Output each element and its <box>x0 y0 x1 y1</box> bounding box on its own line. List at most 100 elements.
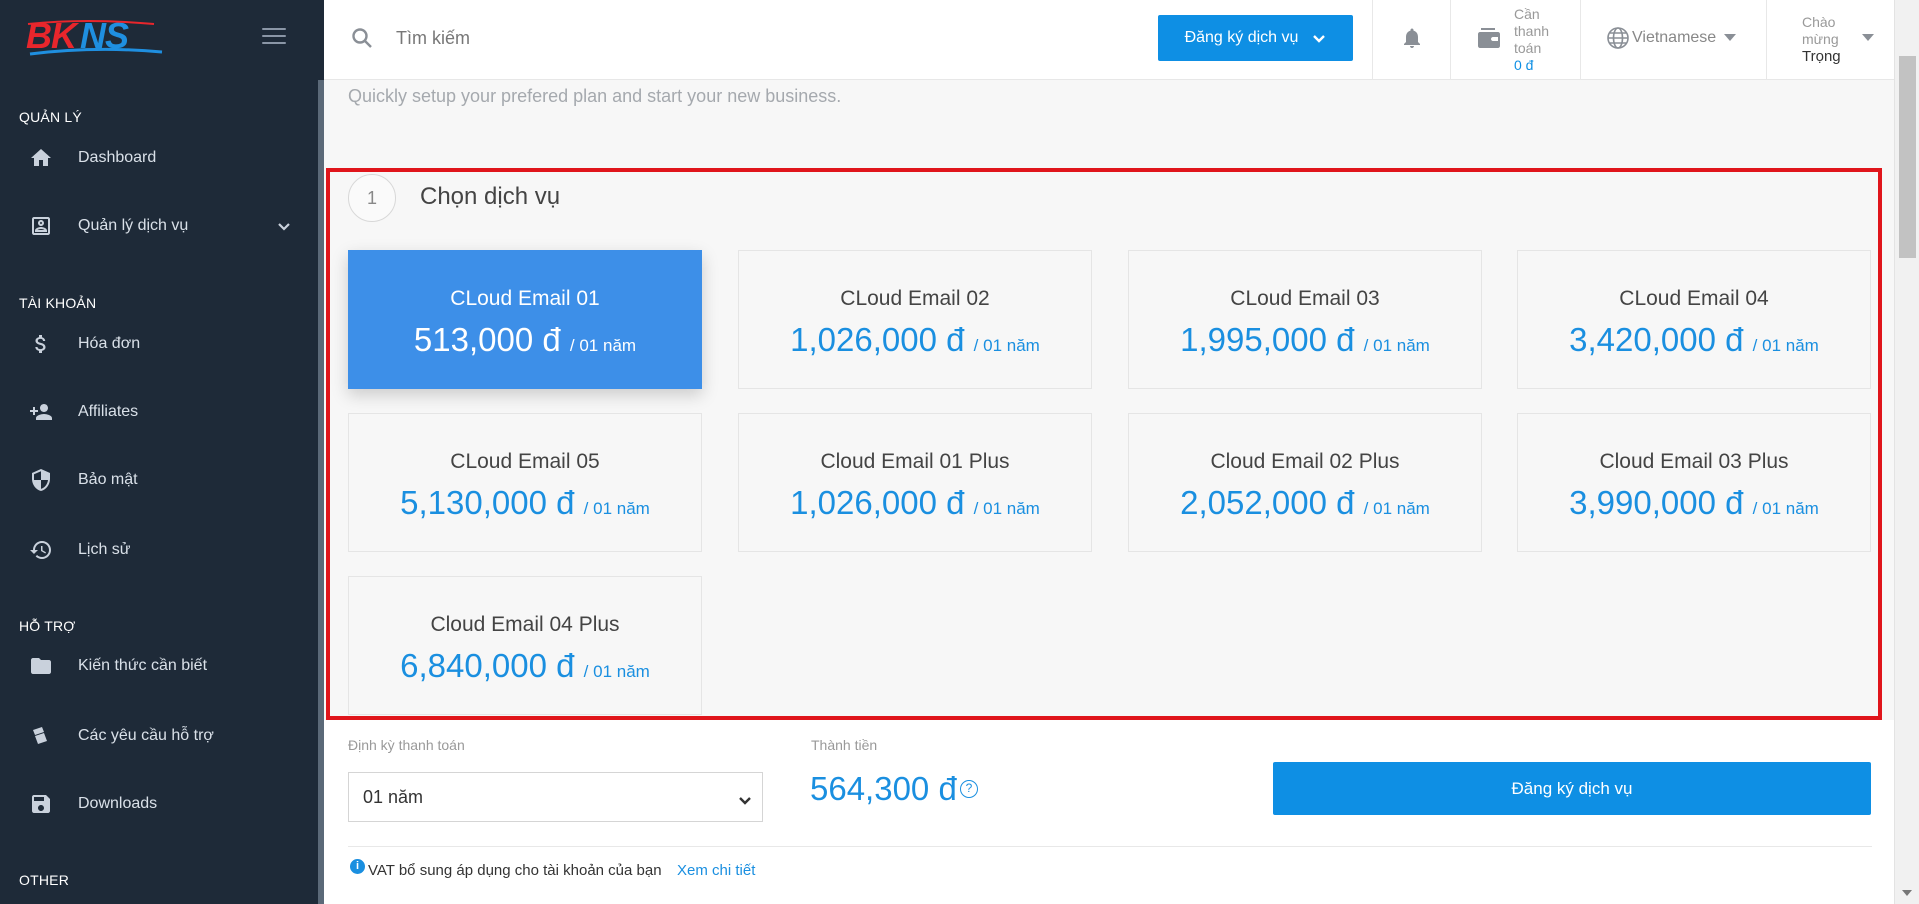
plan-price: 3,990,000 đ / 01 năm <box>1569 484 1819 521</box>
tickets-icon <box>28 723 54 749</box>
chevron-down-icon <box>1312 31 1326 45</box>
sidebar-item-label: Các yêu cầu hỗ trợ <box>78 727 214 744</box>
globe-icon <box>1606 26 1630 50</box>
plan-price: 1,026,000 đ / 01 năm <box>790 321 1040 358</box>
sidebar-item-label: Downloads <box>78 795 158 812</box>
chevron-down-icon <box>738 791 752 805</box>
plan-name: CLoud Email 03 <box>1230 287 1380 310</box>
plan-name: Cloud Email 03 Plus <box>1599 450 1789 473</box>
divider <box>1372 0 1373 80</box>
sidebar-item-dashboard[interactable]: Dashboard <box>0 134 324 182</box>
register-service-label: Đăng ký dịch vụ <box>1184 29 1299 46</box>
dollar-icon <box>28 331 54 357</box>
sidebar-item-label: Lịch sử <box>78 541 131 558</box>
scrollbar-thumb[interactable] <box>1899 56 1916 258</box>
plan-name: Cloud Email 02 Plus <box>1210 450 1400 473</box>
sidebar-item-label: Quản lý dịch vụ <box>78 217 189 234</box>
plan-price: 3,420,000 đ / 01 năm <box>1569 321 1819 358</box>
sidebar-item-security[interactable]: Bảo mật <box>0 456 324 504</box>
sidebar-item-history[interactable]: Lịch sử <box>0 526 324 574</box>
greeting-label: Chào mừng <box>1802 14 1839 47</box>
sidebar-item-label: Dashboard <box>78 149 157 166</box>
help-icon[interactable]: ? <box>960 780 978 798</box>
plan-card-cloud-email-01[interactable]: CLoud Email 01 513,000 đ / 01 năm <box>348 250 702 389</box>
step-number: 1 <box>348 174 396 222</box>
register-service-button[interactable]: Đăng ký dịch vụ <box>1273 762 1871 815</box>
page-subtitle: Quickly setup your prefered plan and sta… <box>348 86 842 106</box>
search-icon[interactable] <box>350 26 374 50</box>
sidebar-item-affiliates[interactable]: Affiliates <box>0 388 324 436</box>
plan-card-cloud-email-03-plus[interactable]: Cloud Email 03 Plus 3,990,000 đ / 01 năm <box>1517 413 1871 552</box>
step-title: Chọn dịch vụ <box>420 183 561 210</box>
folder-icon <box>28 653 54 679</box>
section-title-manage: QUẢN LÝ <box>19 109 82 125</box>
bkns-logo[interactable]: BK NS <box>26 15 166 60</box>
sidebar-item-invoices[interactable]: Hóa đơn <box>0 320 324 368</box>
vat-details-link[interactable]: Xem chi tiết <box>677 862 755 879</box>
plan-price: 2,052,000 đ / 01 năm <box>1180 484 1430 521</box>
register-service-dropdown-button[interactable]: Đăng ký dịch vụ <box>1158 15 1353 61</box>
plan-card-cloud-email-03[interactable]: CLoud Email 03 1,995,000 đ / 01 năm <box>1128 250 1482 389</box>
plan-card-cloud-email-01-plus[interactable]: Cloud Email 01 Plus 1,026,000 đ / 01 năm <box>738 413 1092 552</box>
scroll-down-arrow-icon[interactable] <box>1902 890 1912 896</box>
sidebar-item-downloads[interactable]: Downloads <box>0 780 324 828</box>
chevron-down-icon <box>276 218 292 234</box>
payment-due-amount[interactable]: 0 đ <box>1514 57 1533 73</box>
divider <box>1580 0 1581 80</box>
sidebar-item-label: Hóa đơn <box>78 335 141 352</box>
add-user-icon <box>28 399 54 425</box>
plan-card-cloud-email-02-plus[interactable]: Cloud Email 02 Plus 2,052,000 đ / 01 năm <box>1128 413 1482 552</box>
plan-name: Cloud Email 04 Plus <box>430 613 620 636</box>
sidebar: BK NS QUẢN LÝ Dashboard Quản lý dịch vụ … <box>0 0 324 904</box>
shield-icon <box>28 467 54 493</box>
bell-icon[interactable] <box>1400 26 1424 50</box>
divider <box>1766 0 1767 80</box>
section-title-account: TÀI KHOẢN <box>19 295 97 311</box>
plan-name: Cloud Email 01 Plus <box>820 450 1010 473</box>
search-input[interactable] <box>396 22 796 54</box>
vat-notice: VAT bổ sung áp dụng cho tài khoản của bạ… <box>368 862 662 879</box>
plan-name: CLoud Email 02 <box>840 287 990 310</box>
contact-card-icon <box>28 213 54 239</box>
menu-toggle-icon[interactable] <box>262 28 286 48</box>
plan-card-cloud-email-05[interactable]: CLoud Email 05 5,130,000 đ / 01 năm <box>348 413 702 552</box>
total-value: 564,300 đ <box>810 770 957 807</box>
wallet-icon[interactable] <box>1476 26 1502 50</box>
sidebar-item-services[interactable]: Quản lý dịch vụ <box>0 202 324 250</box>
sidebar-item-knowledge[interactable]: Kiến thức cần biết <box>0 642 324 690</box>
caret-down-icon[interactable] <box>1862 34 1874 41</box>
plan-name: CLoud Email 05 <box>450 450 600 473</box>
home-icon <box>28 145 54 171</box>
sidebar-item-label: Bảo mật <box>78 471 138 488</box>
plan-price: 5,130,000 đ / 01 năm <box>400 484 650 521</box>
plan-price: 1,995,000 đ / 01 năm <box>1180 321 1430 358</box>
sidebar-item-label: Affiliates <box>78 403 139 420</box>
page-scrollbar[interactable] <box>1894 0 1919 904</box>
plan-price: 6,840,000 đ / 01 năm <box>400 647 650 684</box>
billing-cycle-label: Định kỳ thanh toán <box>348 737 465 753</box>
language-selector[interactable]: Vietnamese <box>1632 29 1716 47</box>
sidebar-item-support-tickets[interactable]: Các yêu cầu hỗ trợ <box>0 712 324 760</box>
sidebar-item-label: Kiến thức cần biết <box>78 657 208 674</box>
plan-price: 1,026,000 đ / 01 năm <box>790 484 1040 521</box>
history-icon <box>28 537 54 563</box>
top-bar: Đăng ký dịch vụ Cần thanh toán 0 đ Vietn… <box>324 0 1894 80</box>
total-label: Thành tiền <box>811 737 878 753</box>
user-name[interactable]: Trọng <box>1802 48 1841 65</box>
section-title-support: HỖ TRỢ <box>19 618 76 634</box>
plan-price: 513,000 đ / 01 năm <box>413 321 637 358</box>
billing-cycle-select[interactable]: 01 năm <box>348 772 763 822</box>
info-icon: i <box>350 859 365 874</box>
divider <box>1450 0 1451 80</box>
plan-card-cloud-email-04-plus[interactable]: Cloud Email 04 Plus 6,840,000 đ / 01 năm <box>348 576 702 715</box>
plan-name: CLoud Email 01 <box>450 287 600 310</box>
billing-cycle-value: 01 năm <box>363 786 424 807</box>
section-title-other: OTHER <box>19 872 69 888</box>
plan-card-cloud-email-04[interactable]: CLoud Email 04 3,420,000 đ / 01 năm <box>1517 250 1871 389</box>
save-icon <box>28 791 54 817</box>
plan-name: CLoud Email 04 <box>1619 287 1769 310</box>
payment-due-label: Cần thanh toán <box>1514 6 1550 56</box>
divider <box>348 846 1872 847</box>
caret-down-icon <box>1724 34 1736 41</box>
plan-card-cloud-email-02[interactable]: CLoud Email 02 1,026,000 đ / 01 năm <box>738 250 1092 389</box>
